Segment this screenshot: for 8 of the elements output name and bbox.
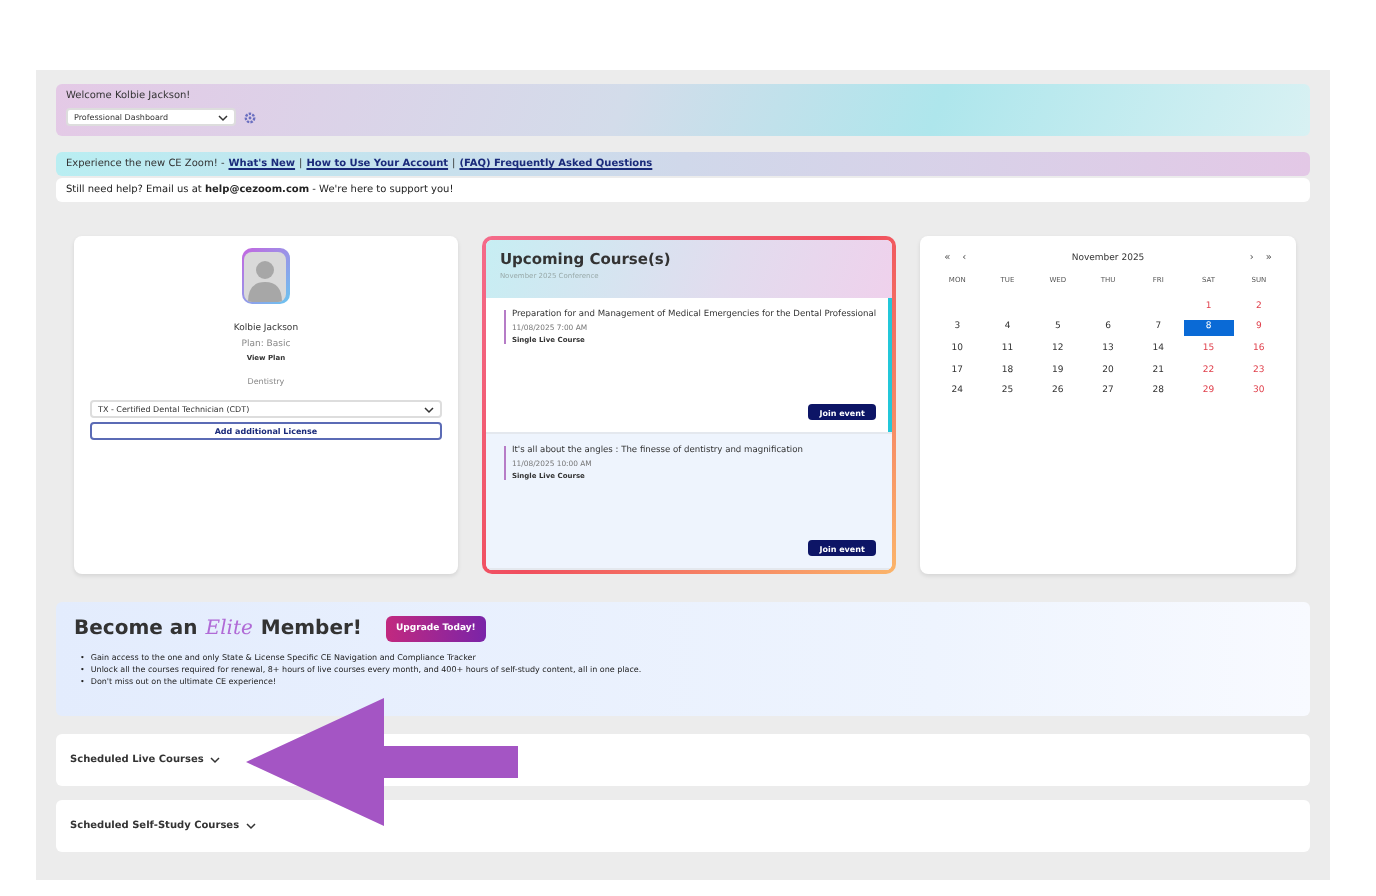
elite-title: Become an: [74, 618, 198, 640]
chevron-icon: [423, 405, 434, 413]
elite-title: Member!: [260, 618, 362, 640]
avatar-icon: [241, 248, 290, 304]
elite-logo: Elite: [205, 618, 253, 640]
gear-icon[interactable]: [244, 111, 256, 123]
scrollbar[interactable]: [888, 298, 893, 432]
chevron-icon: [218, 113, 228, 121]
